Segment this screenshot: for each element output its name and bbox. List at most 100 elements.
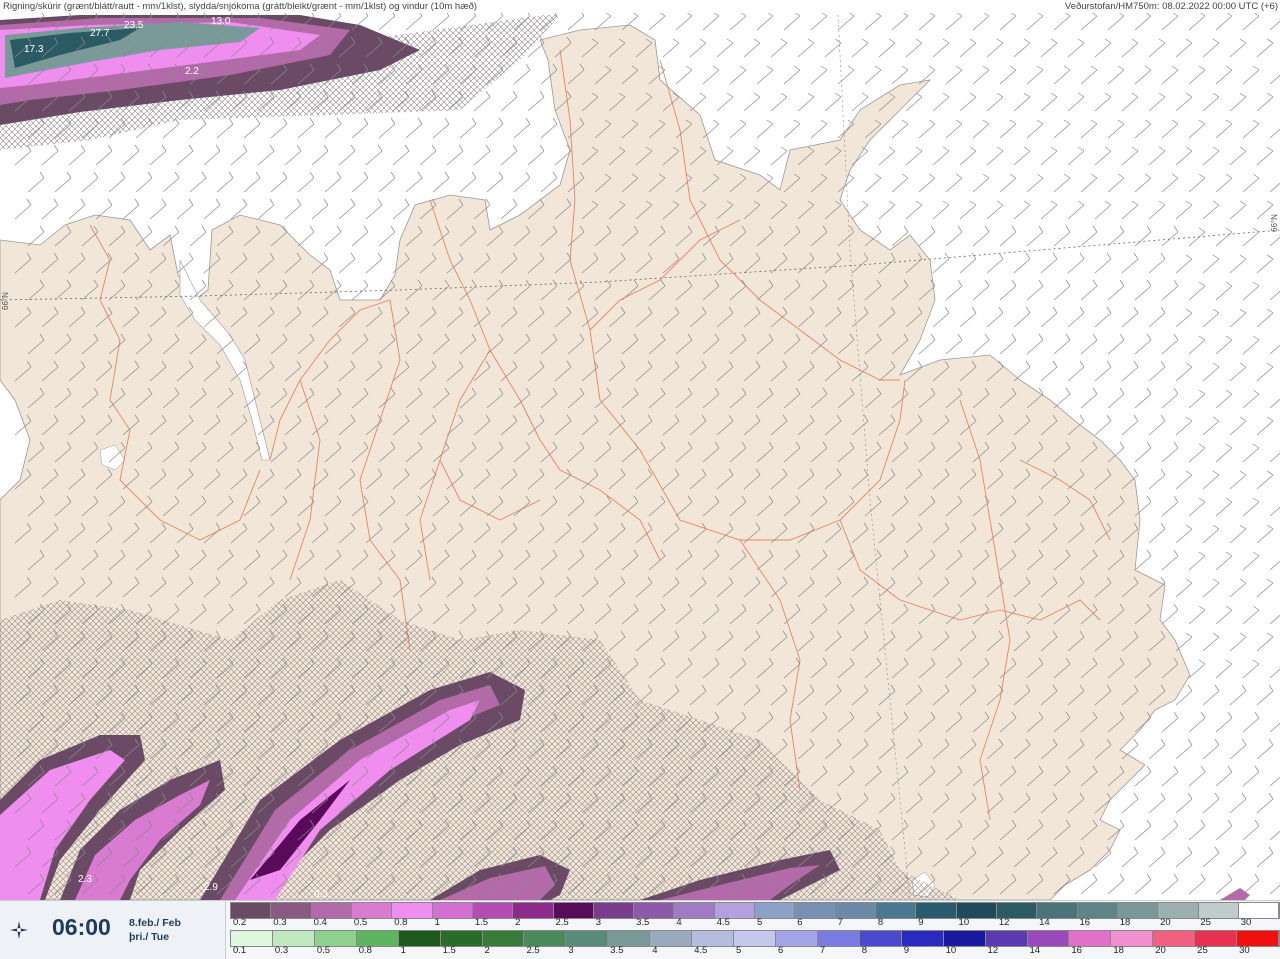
scale-swatch [714, 903, 756, 918]
scale-label: 0.2 [233, 917, 247, 928]
scale-swatch [817, 931, 860, 946]
forecast-map[interactable]: 66°N 66°N 17.3 27.7 23.5 13.0 2.2 2.3 2.… [0, 0, 1280, 900]
scale-label: 25 [1200, 917, 1211, 928]
scale-swatch [513, 903, 554, 918]
scale-swatch [859, 931, 902, 946]
scale-swatch [351, 903, 393, 918]
scale-label: 0.3 [273, 917, 287, 928]
forecast-time: 06:00 [52, 914, 111, 940]
scale-swatch [775, 931, 818, 946]
scale-swatch [398, 931, 441, 946]
scale-swatch [734, 931, 776, 946]
scale-label: 2.5 [555, 917, 569, 928]
scale-label: 10 [945, 945, 957, 956]
scale-label: 1 [434, 917, 440, 928]
scale-label: 9 [918, 917, 924, 928]
scale-label: 0.1 [233, 945, 247, 956]
scale-label: 2.5 [526, 945, 540, 956]
scale-swatch [1111, 931, 1154, 946]
scale-label: 2 [515, 917, 521, 928]
model-run-label: Veðurstofan/HM750m: 08.02.2022 00:00 UTC… [1064, 1, 1278, 12]
time-panel: 06:00 8.feb./ Feb þri./ Tue [0, 901, 226, 959]
scale-swatch [553, 903, 594, 918]
scale-label: 18 [1113, 945, 1124, 956]
scale-label: 4 [652, 945, 658, 956]
scale-label: 14 [1029, 945, 1041, 956]
scale-swatch [634, 903, 675, 918]
precip-value-label: 0.3 [314, 889, 328, 900]
scale-swatch [943, 931, 986, 946]
scale-swatch [755, 903, 796, 918]
scale-swatch [650, 931, 693, 946]
scale-label: 6 [777, 945, 784, 956]
scale-label: 5 [757, 917, 763, 928]
scale-swatch [1237, 931, 1280, 946]
scale-swatch [608, 931, 651, 946]
scale-label: 3 [595, 917, 602, 928]
scale-swatch [524, 931, 567, 946]
scale-label: 3.5 [636, 917, 650, 928]
scale-label: 7 [819, 945, 826, 956]
scale-label: 0.3 [274, 945, 289, 956]
scale-swatch [272, 931, 315, 946]
scale-swatch [311, 903, 352, 918]
scale-label: 1.5 [474, 917, 489, 928]
scale-swatch [593, 903, 635, 918]
scale-swatch [1153, 931, 1196, 946]
scale-label: 4.5 [694, 945, 708, 956]
scale-label: 0.8 [394, 917, 408, 928]
rain-scale-labels: 0.1 0.3 0.5 0.8 1 1.5 2 2.5 3 3.5 4 4.5 5 6 7 8 9 10 12 14 1… [230, 945, 1278, 957]
scale-label: 30 [1240, 917, 1252, 928]
map-title: Rigning/skúrir (grænt/blátt/rautt - mm/1… [3, 1, 478, 12]
scale-label: 16 [1079, 917, 1091, 928]
scale-label: 20 [1160, 917, 1171, 928]
precip-value-label: 27.7 [90, 28, 110, 39]
scale-swatch [1069, 931, 1112, 946]
scale-label: 10 [958, 917, 970, 928]
precip-value-label: 2.3 [78, 874, 92, 885]
scale-swatch [440, 931, 483, 946]
latitude-label-east: 66°N [1270, 214, 1279, 232]
scale-swatch [1198, 903, 1239, 918]
scale-swatch [916, 903, 957, 918]
scale-label: 18 [1119, 917, 1131, 928]
scale-swatch [692, 931, 735, 946]
scale-swatch [795, 903, 836, 918]
scale-label: 4.5 [716, 917, 730, 928]
scale-swatch [482, 931, 525, 946]
scale-swatch [1077, 903, 1118, 918]
scale-label: 1.5 [442, 945, 456, 956]
scale-label: 20 [1155, 945, 1166, 956]
scale-label: 1 [400, 945, 406, 956]
precip-value-label: 13.0 [211, 16, 231, 27]
scale-swatch [314, 931, 357, 946]
scale-label: 12 [987, 945, 999, 956]
scale-swatch [901, 931, 944, 946]
scale-label: 14 [1039, 917, 1050, 928]
scale-swatch [271, 903, 312, 918]
scale-swatch [1238, 903, 1280, 918]
scale-swatch [1117, 903, 1159, 918]
scale-swatch [985, 931, 1028, 946]
scale-swatch [356, 931, 399, 946]
scale-label: 8 [861, 945, 868, 956]
scale-label: 5 [736, 945, 742, 956]
scale-label: 8 [877, 917, 884, 928]
precip-value-label: 2.9 [204, 882, 218, 893]
snow-scale-labels: 0.2 0.3 0.4 0.5 0.8 1 1.5 2 2.5 3 3.5 4 4.5 5 6 7 8 9 10 12… [230, 917, 1278, 929]
scale-swatch [674, 903, 715, 918]
map-footer: 06:00 8.feb./ Feb þri./ Tue 0.2 0.3 0.4 0.5… [0, 900, 1280, 959]
scale-label: 0.5 [353, 917, 368, 928]
scale-label: 0.4 [313, 917, 327, 928]
scale-label: 3.5 [610, 945, 624, 956]
scale-swatch [231, 931, 273, 946]
compass-star-icon[interactable] [9, 920, 29, 940]
scale-label: 16 [1071, 945, 1082, 956]
scale-swatch [432, 903, 473, 918]
scale-label: 0.5 [316, 945, 331, 956]
scale-label: 9 [903, 945, 910, 956]
scale-label: 30 [1239, 945, 1250, 956]
latitude-label-west: 66°N [1, 292, 10, 310]
precip-value-label: 2.2 [185, 66, 199, 77]
scale-swatch [472, 903, 514, 918]
